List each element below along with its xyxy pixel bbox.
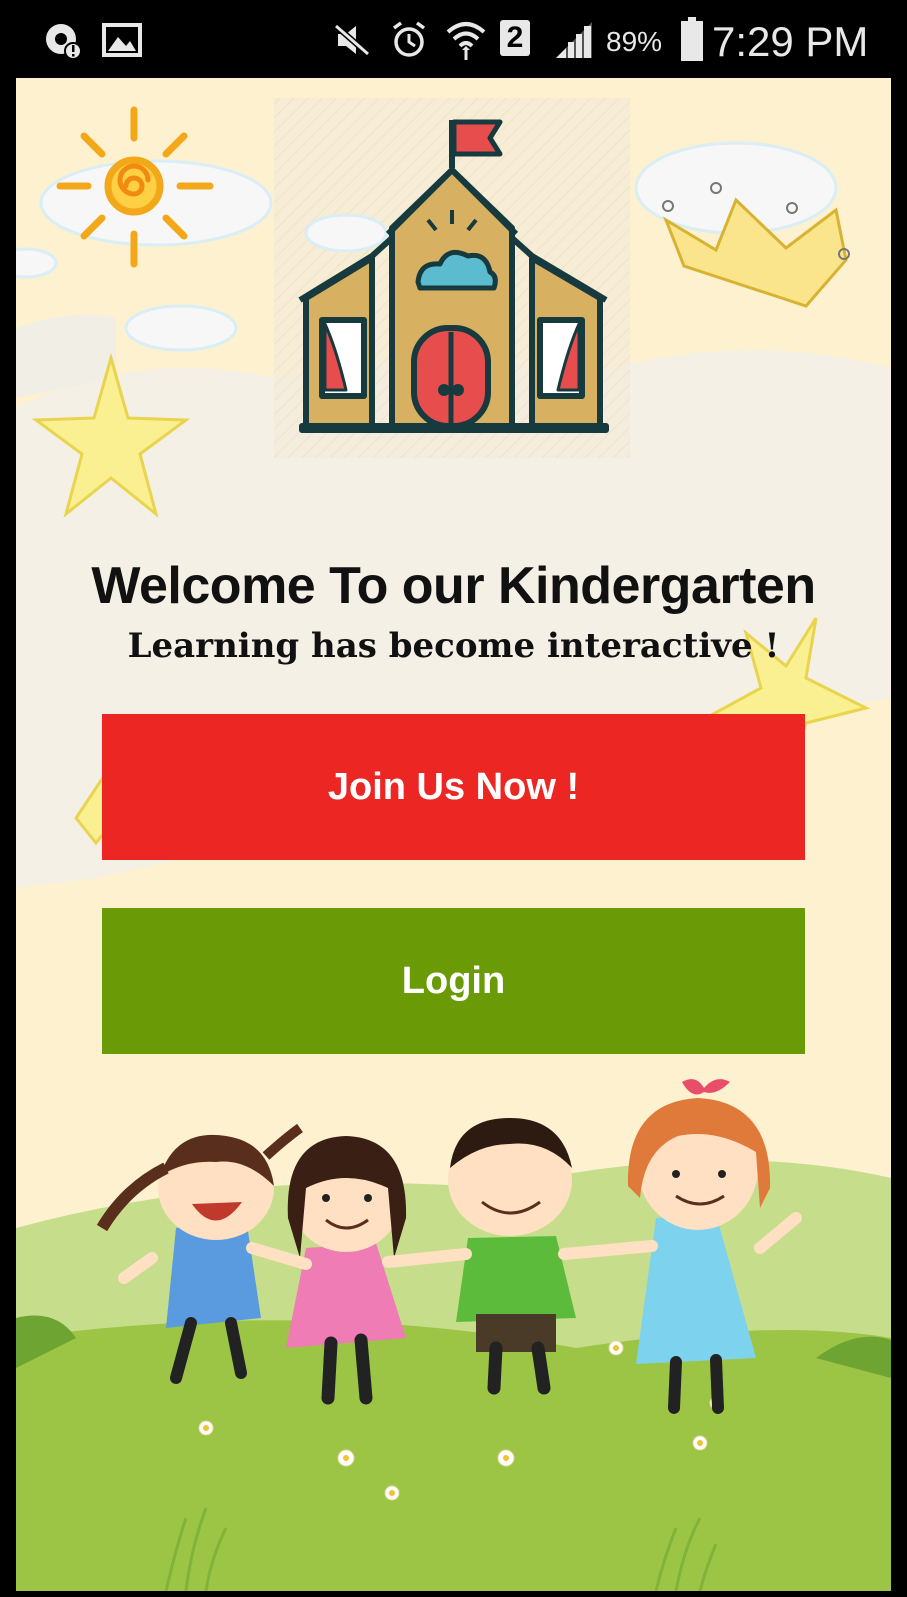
status-bar: 2 89% 7:29 PM (0, 0, 907, 78)
front-hill (16, 1320, 891, 1591)
signal-icon (556, 22, 592, 58)
battery-icon (681, 17, 703, 61)
wifi-icon (446, 22, 486, 60)
device-frame: 2 89% 7:29 PM Welcome To our Kindergarte… (0, 0, 907, 1597)
image-icon (102, 23, 142, 57)
chrome-icon (46, 24, 82, 60)
welcome-subtitle: Learning has become interactive ! (127, 626, 780, 666)
welcome-screen: Welcome To our Kindergarten Learning has… (16, 78, 891, 1591)
join-us-button[interactable]: Join Us Now ! (102, 714, 805, 860)
login-button[interactable]: Login (102, 908, 805, 1054)
sim-slot-number: 2 (506, 21, 524, 54)
battery-percent: 89% (606, 26, 663, 57)
sim-icon: 2 (500, 20, 530, 56)
welcome-title: Welcome To our Kindergarten (91, 557, 816, 615)
alarm-icon (392, 21, 426, 57)
mute-icon (334, 23, 370, 57)
status-time: 7:29 PM (712, 18, 869, 65)
